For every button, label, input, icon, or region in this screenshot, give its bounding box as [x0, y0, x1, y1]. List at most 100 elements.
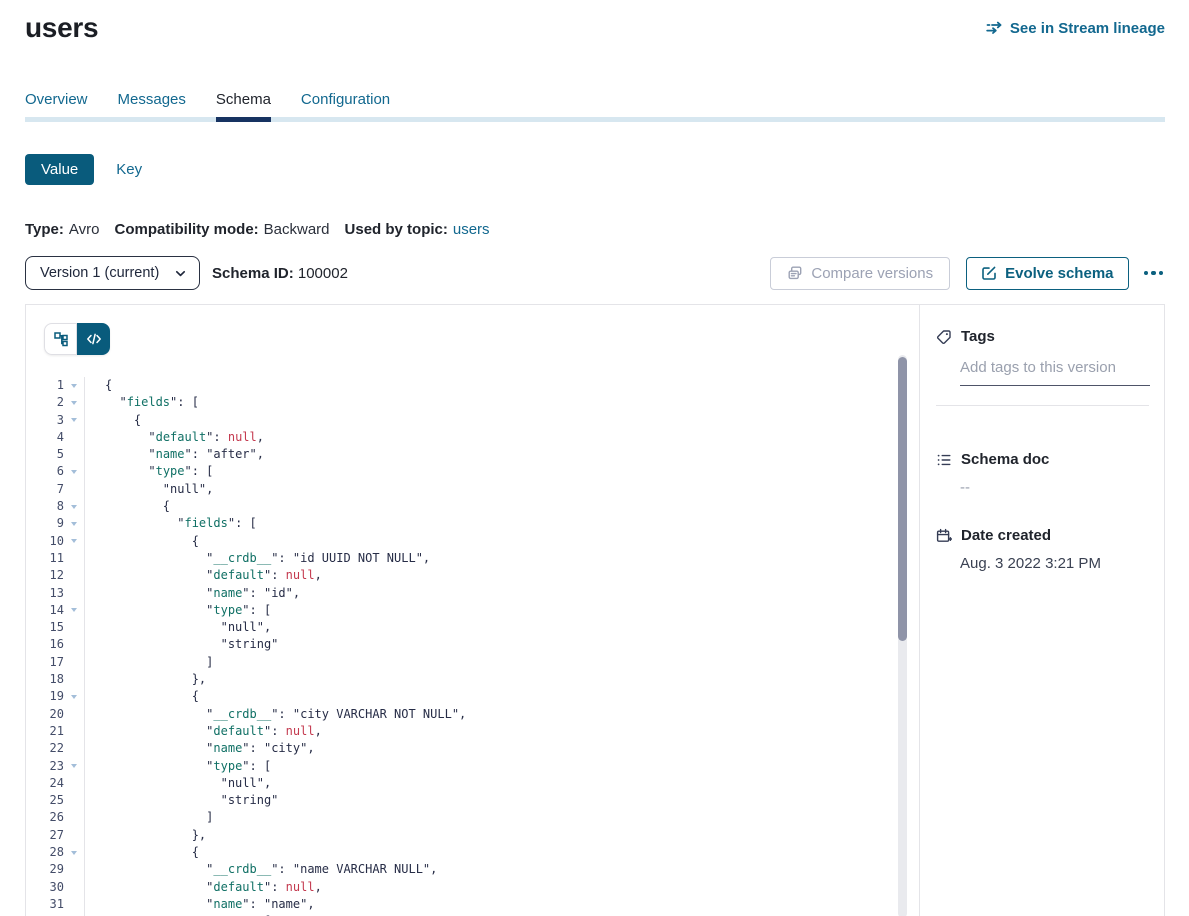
fold-gutter[interactable]	[64, 377, 85, 394]
code-line: 21 "default": null,	[26, 723, 919, 740]
see-in-stream-lineage-link[interactable]: See in Stream lineage	[986, 20, 1165, 37]
line-number: 1	[26, 377, 64, 394]
evolve-schema-button[interactable]: Evolve schema	[966, 257, 1128, 290]
code-line: 5 "name": "after",	[26, 446, 919, 463]
fold-gutter	[64, 723, 85, 740]
key-toggle-button[interactable]: Key	[116, 161, 142, 178]
schema-content-panel: 1{2 "fields": [3 {4 "default": null,5 "n…	[25, 304, 1165, 916]
code-line: 19 {	[26, 688, 919, 705]
fold-gutter[interactable]	[64, 758, 85, 775]
version-select[interactable]: Version 1 (current)	[25, 256, 200, 290]
fold-arrow-icon[interactable]	[71, 764, 77, 768]
fold-gutter	[64, 429, 85, 446]
fold-gutter	[64, 740, 85, 757]
more-options-button[interactable]	[1142, 265, 1166, 282]
fold-gutter	[64, 619, 85, 636]
code-text: "string"	[85, 792, 278, 809]
tab-schema[interactable]: Schema	[216, 91, 271, 122]
fold-arrow-icon[interactable]	[71, 384, 77, 388]
code-text: "default": null,	[85, 567, 322, 584]
fold-arrow-icon[interactable]	[71, 401, 77, 405]
fold-gutter	[64, 585, 85, 602]
code-line: 4 "default": null,	[26, 429, 919, 446]
fold-arrow-icon[interactable]	[71, 608, 77, 612]
tree-view-button[interactable]	[44, 323, 77, 355]
line-number: 22	[26, 740, 64, 757]
fold-gutter[interactable]	[64, 412, 85, 429]
code-text: },	[85, 827, 206, 844]
fold-arrow-icon[interactable]	[71, 695, 77, 699]
fold-gutter[interactable]	[64, 498, 85, 515]
version-select-value: Version 1 (current)	[40, 265, 159, 281]
fold-gutter[interactable]	[64, 602, 85, 619]
code-text: "type": [	[85, 602, 271, 619]
tab-bar: Overview Messages Schema Configuration	[25, 91, 1165, 122]
line-number: 30	[26, 879, 64, 896]
value-toggle-button[interactable]: Value	[25, 154, 94, 185]
fold-gutter	[64, 446, 85, 463]
fold-arrow-icon[interactable]	[71, 539, 77, 543]
code-line: 22 "name": "city",	[26, 740, 919, 757]
add-tags-input[interactable]	[960, 359, 1150, 386]
fold-gutter	[64, 827, 85, 844]
tab-messages[interactable]: Messages	[118, 91, 186, 122]
fold-gutter[interactable]	[64, 463, 85, 480]
fold-gutter[interactable]	[64, 394, 85, 411]
schema-doc-header: Schema doc	[936, 451, 1149, 468]
code-text: "string"	[85, 636, 278, 653]
tab-overview[interactable]: Overview	[25, 91, 88, 122]
schema-id-label: Schema ID:	[212, 265, 294, 282]
line-number: 2	[26, 394, 64, 411]
schema-sidebar: Tags Schema doc --	[919, 305, 1164, 916]
line-number: 15	[26, 619, 64, 636]
compare-versions-button[interactable]: Compare versions	[770, 257, 950, 290]
code-text: "__crdb__": "city VARCHAR NOT NULL",	[85, 706, 466, 723]
code-line: 13 "name": "id",	[26, 585, 919, 602]
fold-arrow-icon[interactable]	[71, 470, 77, 474]
code-text: {	[85, 533, 199, 550]
code-line: 24 "null",	[26, 775, 919, 792]
line-number: 19	[26, 688, 64, 705]
code-line: 9 "fields": [	[26, 515, 919, 532]
date-created-title: Date created	[961, 527, 1051, 544]
schema-editor: 1{2 "fields": [3 {4 "default": null,5 "n…	[26, 305, 919, 916]
tab-configuration[interactable]: Configuration	[301, 91, 390, 122]
line-number: 7	[26, 481, 64, 498]
fold-gutter[interactable]	[64, 533, 85, 550]
topic-link[interactable]: users	[453, 221, 490, 238]
code-view-button[interactable]	[77, 323, 110, 355]
code-view-icon	[86, 331, 102, 347]
fold-arrow-icon[interactable]	[71, 418, 77, 422]
fold-gutter[interactable]	[64, 688, 85, 705]
code-text: "name": "name",	[85, 896, 315, 913]
editor-scrollbar-thumb[interactable]	[898, 357, 907, 641]
used-by-topic-label: Used by topic:	[345, 221, 448, 238]
compare-versions-icon	[787, 265, 803, 281]
tag-icon	[936, 329, 952, 345]
calendar-icon	[936, 528, 952, 544]
compatibility-label: Compatibility mode:	[114, 221, 258, 238]
fold-arrow-icon[interactable]	[71, 851, 77, 855]
code-line: 10 {	[26, 533, 919, 550]
fold-arrow-icon[interactable]	[71, 505, 77, 509]
fold-gutter[interactable]	[64, 515, 85, 532]
code-text: "name": "city",	[85, 740, 315, 757]
schema-doc-value: --	[960, 479, 1149, 496]
tags-section-header: Tags	[936, 328, 1149, 345]
sidebar-divider	[936, 405, 1149, 406]
fold-gutter[interactable]	[64, 844, 85, 861]
code-line: 27 },	[26, 827, 919, 844]
fold-gutter	[64, 671, 85, 688]
evolve-schema-label: Evolve schema	[1005, 265, 1113, 282]
line-number: 4	[26, 429, 64, 446]
code-text: "fields": [	[85, 394, 199, 411]
schema-doc-title: Schema doc	[961, 451, 1049, 468]
code-text: "null",	[85, 619, 271, 636]
code-line: 31 "name": "name",	[26, 896, 919, 913]
code-text: "type": [	[85, 463, 213, 480]
fold-gutter	[64, 879, 85, 896]
fold-arrow-icon[interactable]	[71, 522, 77, 526]
code-line: 16 "string"	[26, 636, 919, 653]
code-line: 25 "string"	[26, 792, 919, 809]
page-header: users See in Stream lineage	[25, 8, 1165, 48]
